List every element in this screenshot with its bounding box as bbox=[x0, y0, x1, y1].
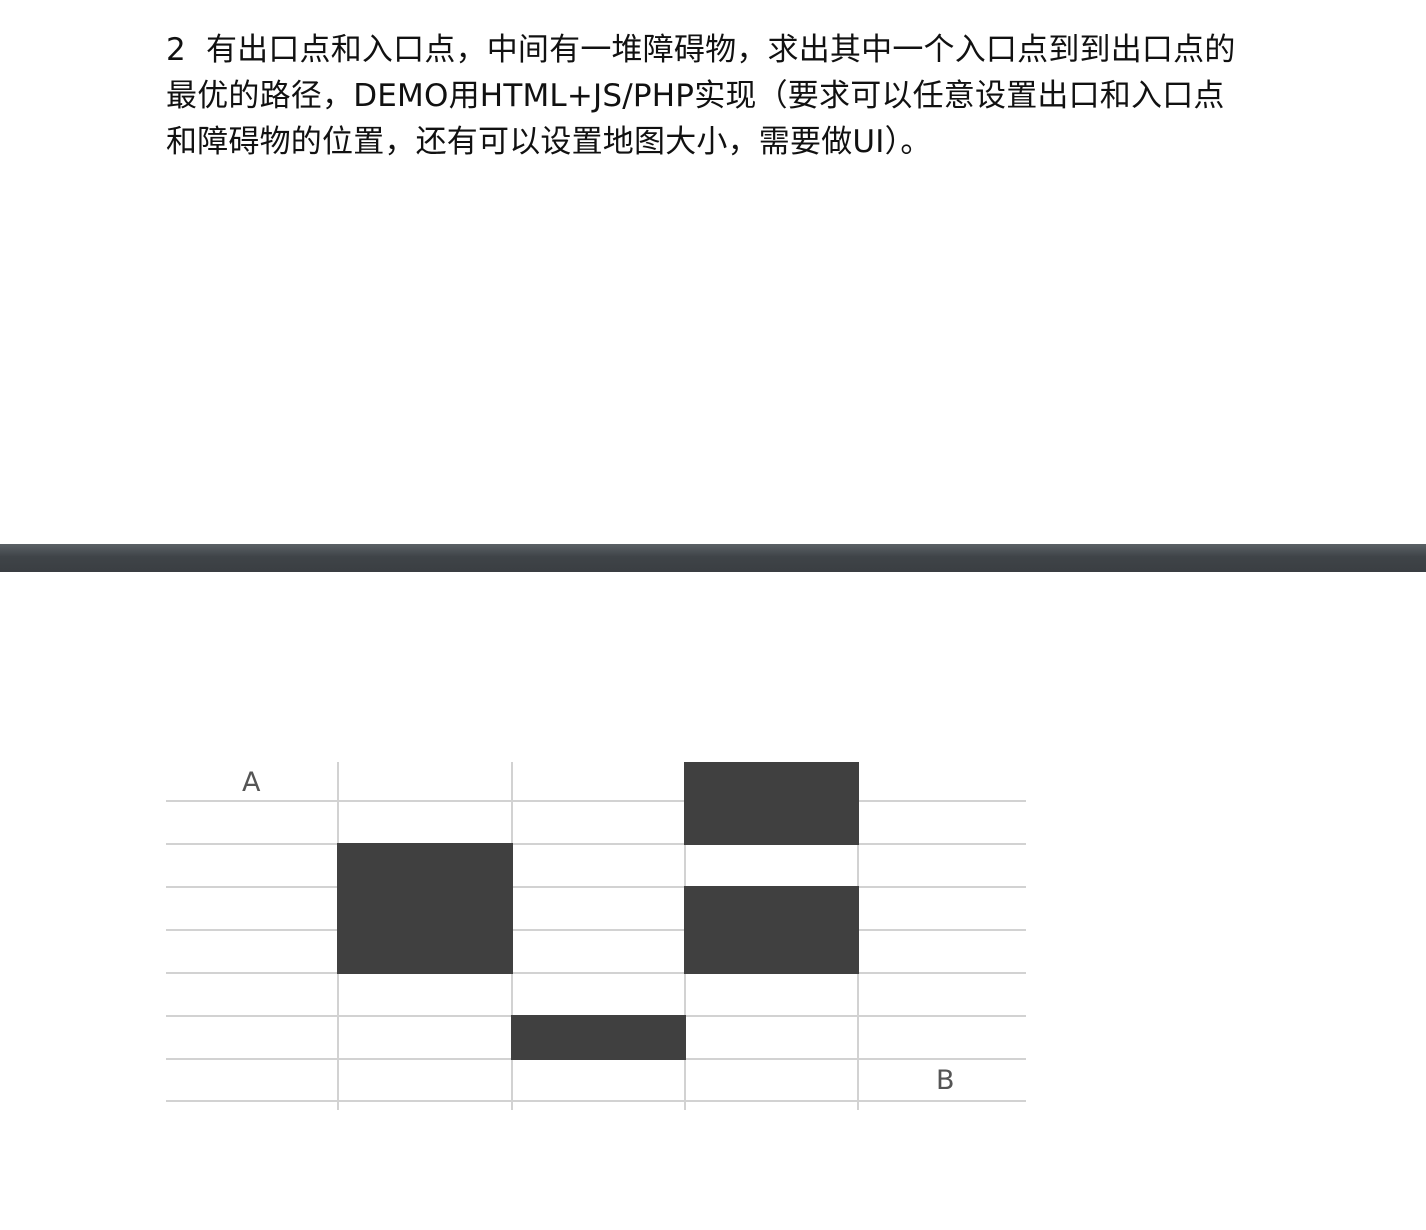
question-text: 2 有出口点和入口点，中间有一堆障碍物，求出其中一个入口点到到出口点的 最优的路径… bbox=[166, 27, 1286, 165]
obstacle-block bbox=[337, 843, 513, 974]
question-line-2: 最优的路径，DEMO用HTML+JS/PHP实现（要求可以任意设置出口和入口点 bbox=[166, 78, 1225, 114]
grid-line-horizontal bbox=[166, 1100, 1026, 1102]
grid-map-figure: A B bbox=[166, 762, 1026, 1110]
page-divider bbox=[0, 544, 1426, 572]
exit-point-label: B bbox=[936, 1065, 955, 1096]
document-page-bottom: A B bbox=[0, 572, 1426, 1230]
obstacle-block bbox=[511, 1015, 686, 1060]
obstacle-block bbox=[684, 762, 859, 845]
grid-line-horizontal bbox=[166, 843, 1026, 845]
grid-line-horizontal bbox=[166, 886, 1026, 888]
entry-point-label: A bbox=[242, 767, 261, 798]
grid-line-horizontal bbox=[166, 972, 1026, 974]
grid-line-horizontal bbox=[166, 929, 1026, 931]
question-number: 2 bbox=[166, 32, 186, 68]
question-line-1-text: 有出口点和入口点，中间有一堆障碍物，求出其中一个入口点到到出口点的 bbox=[205, 32, 1236, 68]
document-page-top: 2 有出口点和入口点，中间有一堆障碍物，求出其中一个入口点到到出口点的 最优的路径… bbox=[0, 0, 1426, 544]
question-line-3: 和障碍物的位置，还有可以设置地图大小，需要做UI）。 bbox=[166, 124, 932, 160]
obstacle-block bbox=[684, 886, 859, 974]
grid-line-horizontal bbox=[166, 800, 1026, 802]
question-line-1: 2 有出口点和入口点，中间有一堆障碍物，求出其中一个入口点到到出口点的 bbox=[166, 27, 1286, 73]
